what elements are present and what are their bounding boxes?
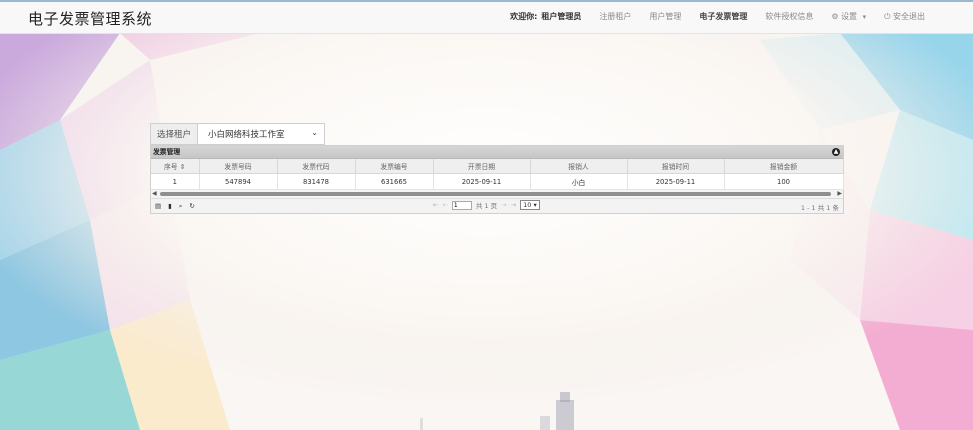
cell-claim-time: 2025-09-11 xyxy=(627,173,725,190)
grid-title: 发票管理 xyxy=(153,148,181,156)
col-header-claimant[interactable]: 报销人 xyxy=(530,159,628,174)
col-header-index[interactable]: 序号 ⇕ xyxy=(151,159,200,174)
search-icon[interactable]: ⌕ xyxy=(179,202,183,211)
scrollbar-thumb[interactable] xyxy=(160,192,831,196)
chevron-down-icon: ⌄ xyxy=(311,128,318,137)
total-pages-text: 共 1 页 xyxy=(475,202,498,210)
tenant-selected-value: 小白网络科技工作室 xyxy=(208,130,285,140)
welcome-user: 租户管理员 xyxy=(541,12,582,21)
settings-label: 设置 xyxy=(841,12,858,21)
add-icon[interactable]: ▤ xyxy=(155,202,161,211)
tenant-select[interactable]: 小白网络科技工作室 ⌄ xyxy=(198,124,324,144)
last-page-icon[interactable]: ⇥ xyxy=(511,201,516,209)
nav-item-license-info[interactable]: 软件授权信息 xyxy=(765,11,813,22)
col-header-invoice-code[interactable]: 发票代码 xyxy=(277,159,356,174)
col-header-issue-date[interactable]: 开票日期 xyxy=(433,159,531,174)
logout-label: 安全退出 xyxy=(893,12,925,21)
cell-invoice-code: 831478 xyxy=(277,173,356,190)
col-header-claim-amount[interactable]: 报销金额 xyxy=(724,159,844,174)
nav-item-logout[interactable]: ⏻ 安全退出 xyxy=(884,11,925,22)
scroll-right-icon[interactable]: ▶ xyxy=(837,190,842,197)
welcome-prefix: 欢迎你: xyxy=(510,12,538,21)
cell-issue-date: 2025-09-11 xyxy=(433,173,531,190)
cell-index: 1 xyxy=(151,173,200,190)
cell-invoice-id: 631665 xyxy=(355,173,434,190)
power-icon: ⏻ xyxy=(884,12,891,21)
nav-item-register-tenant[interactable]: 注册租户 xyxy=(599,11,631,22)
app-title[interactable]: 电子发票管理系统 xyxy=(28,8,152,29)
welcome-text: 欢迎你: 租户管理员 xyxy=(510,11,581,22)
pager-actions: ▤ ▮ ⌕ ↻ xyxy=(155,202,195,211)
top-navbar: 电子发票管理系统 欢迎你: 租户管理员 注册租户 用户管理 电子发票管理 软件授权… xyxy=(0,0,973,34)
refresh-icon[interactable]: ↻ xyxy=(189,202,194,211)
pager-navigation: ⇤ ⇠ 共 1 页 ⇢ ⇥ 10 ▾ xyxy=(433,200,540,210)
cell-claim-amount: 100 xyxy=(724,173,844,190)
grid-pager: ▤ ▮ ⌕ ↻ ⇤ ⇠ 共 1 页 ⇢ ⇥ 10 ▾ 1 - 1 共 1 条 xyxy=(151,199,843,213)
nav-item-settings[interactable]: ⚙ 设置 ▾ xyxy=(831,11,866,22)
invoice-table: 序号 ⇕ 发票号码 发票代码 发票编号 开票日期 报销人 报销时间 报销金额 1… xyxy=(151,159,844,190)
caret-down-icon: ▾ xyxy=(862,13,867,21)
sort-icon: ⇕ xyxy=(179,163,186,171)
next-page-icon[interactable]: ⇢ xyxy=(501,201,506,209)
table-row[interactable]: 1 547894 831478 631665 2025-09-11 小白 202… xyxy=(151,173,844,190)
prev-page-icon[interactable]: ⇠ xyxy=(442,201,447,209)
decorative-background xyxy=(0,0,973,430)
collapse-icon[interactable]: ▲ xyxy=(832,148,840,156)
delete-icon[interactable]: ▮ xyxy=(168,202,172,211)
cell-claimant: 小白 xyxy=(530,173,628,190)
scroll-left-icon[interactable]: ◀ xyxy=(152,190,157,197)
cell-invoice-number: 547894 xyxy=(199,173,278,190)
nav-menu: 欢迎你: 租户管理员 注册租户 用户管理 电子发票管理 软件授权信息 ⚙ 设置 ▾… xyxy=(510,0,925,33)
col-header-claim-time[interactable]: 报销时间 xyxy=(627,159,725,174)
nav-item-user-management[interactable]: 用户管理 xyxy=(649,11,681,22)
horizontal-scrollbar[interactable]: ◀ ▶ xyxy=(151,190,843,199)
grid-caption: 发票管理 ▲ xyxy=(151,146,843,159)
col-header-invoice-id[interactable]: 发票编号 xyxy=(355,159,434,174)
gear-icon: ⚙ xyxy=(831,12,839,21)
first-page-icon[interactable]: ⇤ xyxy=(433,201,438,209)
tenant-selector: 选择租户 小白网络科技工作室 ⌄ xyxy=(150,123,325,145)
record-count-text: 1 - 1 共 1 条 xyxy=(800,204,839,212)
rows-per-page-select[interactable]: 10 ▾ xyxy=(520,200,540,210)
invoice-grid: 发票管理 ▲ 序号 ⇕ 发票号码 发票代码 发票编号 开票日期 报销人 报销时间… xyxy=(150,145,844,214)
page-number-input[interactable] xyxy=(451,200,472,210)
tenant-label: 选择租户 xyxy=(151,124,198,144)
table-header-row: 序号 ⇕ 发票号码 发票代码 发票编号 开票日期 报销人 报销时间 报销金额 xyxy=(151,159,844,174)
col-header-invoice-number[interactable]: 发票号码 xyxy=(199,159,278,174)
nav-item-invoice-management[interactable]: 电子发票管理 xyxy=(699,11,747,22)
